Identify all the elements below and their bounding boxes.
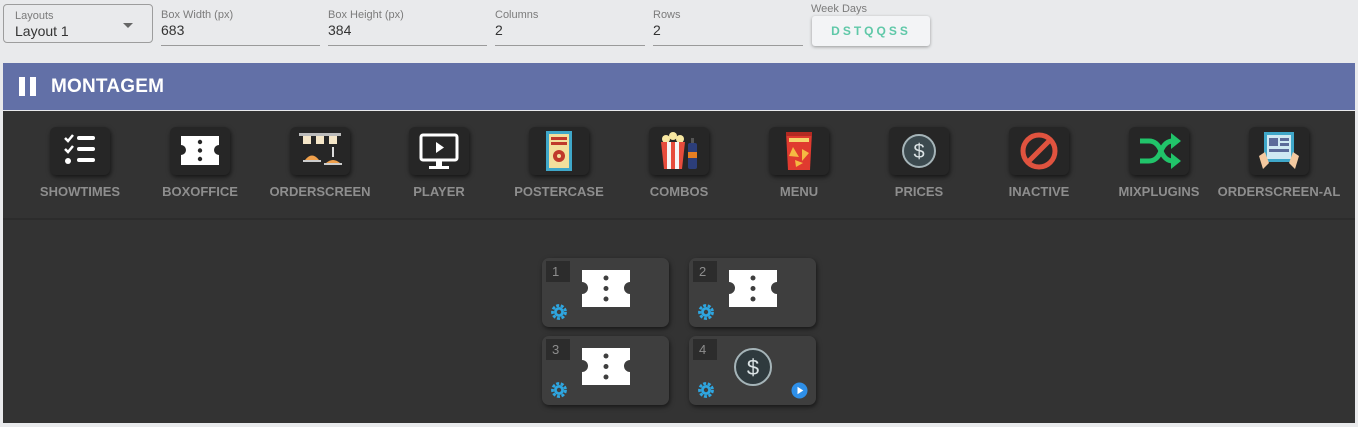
checklist-icon xyxy=(50,127,110,175)
layouts-select[interactable]: Layouts Layout 1 xyxy=(3,4,153,43)
ticket-icon xyxy=(582,348,630,385)
columns-input[interactable]: 2 xyxy=(495,22,503,38)
chevron-down-icon[interactable] xyxy=(123,23,133,28)
box-height-input[interactable]: 384 xyxy=(328,22,351,38)
plugin-label: ORDERSCREEN-AL xyxy=(1217,184,1341,199)
plugin-mixplugins[interactable]: MIXPLUGINS xyxy=(1099,111,1219,218)
dollar-icon: $ xyxy=(734,348,772,386)
plugin-player[interactable]: PLAYER xyxy=(379,111,499,218)
layout-cell-2[interactable]: 2 xyxy=(689,258,816,327)
layout-cell-1[interactable]: 1 xyxy=(542,258,669,327)
plugin-combos[interactable]: COMBOS xyxy=(619,111,739,218)
box-height-label: Box Height (px) xyxy=(328,9,404,21)
cell-number: 3 xyxy=(546,339,570,360)
box-width-label: Box Width (px) xyxy=(161,9,234,21)
montage-grid: 1 2 3 4 $ xyxy=(3,220,1355,423)
plugin-orderscreen[interactable]: ORDERSCREEN xyxy=(260,111,380,218)
layouts-label: Layouts xyxy=(15,10,54,22)
plugin-inactive[interactable]: INACTIVE xyxy=(979,111,1099,218)
cell-number: 4 xyxy=(693,339,717,360)
monitor-play-icon xyxy=(409,127,469,175)
plugin-orderscreen-al[interactable]: ORDERSCREEN-AL xyxy=(1218,111,1340,218)
rows-field[interactable]: Rows 2 xyxy=(653,0,803,46)
layout-cell-3[interactable]: 3 xyxy=(542,336,669,405)
gear-icon[interactable] xyxy=(549,380,569,400)
kitchen-order-icon xyxy=(290,127,350,175)
week-days-button[interactable]: DSTQQSS xyxy=(812,16,930,46)
gear-icon[interactable] xyxy=(549,302,569,322)
shuffle-icon xyxy=(1129,127,1189,175)
montage-header: MONTAGEM xyxy=(3,63,1355,110)
week-days-label: Week Days xyxy=(811,3,868,15)
plugin-prices[interactable]: $ PRICES xyxy=(859,111,979,218)
prohibited-icon xyxy=(1009,127,1069,175)
dollar-icon: $ xyxy=(889,127,949,175)
svg-text:$: $ xyxy=(913,141,924,163)
layouts-value: Layout 1 xyxy=(15,23,69,39)
plugin-boxoffice[interactable]: BOXOFFICE xyxy=(140,111,260,218)
plugin-toolbar: SHOWTIMES BOXOFFICE ORDERSCREEN PLAYER P… xyxy=(3,111,1355,218)
ticket-icon xyxy=(729,270,777,307)
cell-number: 2 xyxy=(693,261,717,282)
gear-icon[interactable] xyxy=(696,380,716,400)
gear-icon[interactable] xyxy=(696,302,716,322)
play-icon[interactable] xyxy=(791,382,808,399)
popcorn-combo-icon xyxy=(649,127,709,175)
ticket-icon xyxy=(170,127,230,175)
touch-screen-icon xyxy=(1249,127,1309,175)
poster-icon xyxy=(529,127,589,175)
plugin-menu[interactable]: MENU xyxy=(739,111,859,218)
svg-text:$: $ xyxy=(747,355,759,380)
layout-settings-bar: Layouts Layout 1 Box Width (px) 683 Box … xyxy=(0,0,1358,62)
pause-icon[interactable] xyxy=(19,77,36,96)
cell-number: 1 xyxy=(546,261,570,282)
box-width-input[interactable]: 683 xyxy=(161,22,184,38)
rows-label: Rows xyxy=(653,9,681,21)
plugin-showtimes[interactable]: SHOWTIMES xyxy=(20,111,140,218)
rows-input[interactable]: 2 xyxy=(653,22,661,38)
layout-cell-4[interactable]: 4 $ xyxy=(689,336,816,405)
page-title: MONTAGEM xyxy=(51,75,165,97)
ticket-icon xyxy=(582,270,630,307)
box-height-field[interactable]: Box Height (px) 384 xyxy=(328,0,487,46)
plugin-postercase[interactable]: POSTERCASE xyxy=(499,111,619,218)
columns-field[interactable]: Columns 2 xyxy=(495,0,645,46)
columns-label: Columns xyxy=(495,9,539,21)
box-width-field[interactable]: Box Width (px) 683 xyxy=(161,0,320,46)
snack-bag-icon xyxy=(769,127,829,175)
